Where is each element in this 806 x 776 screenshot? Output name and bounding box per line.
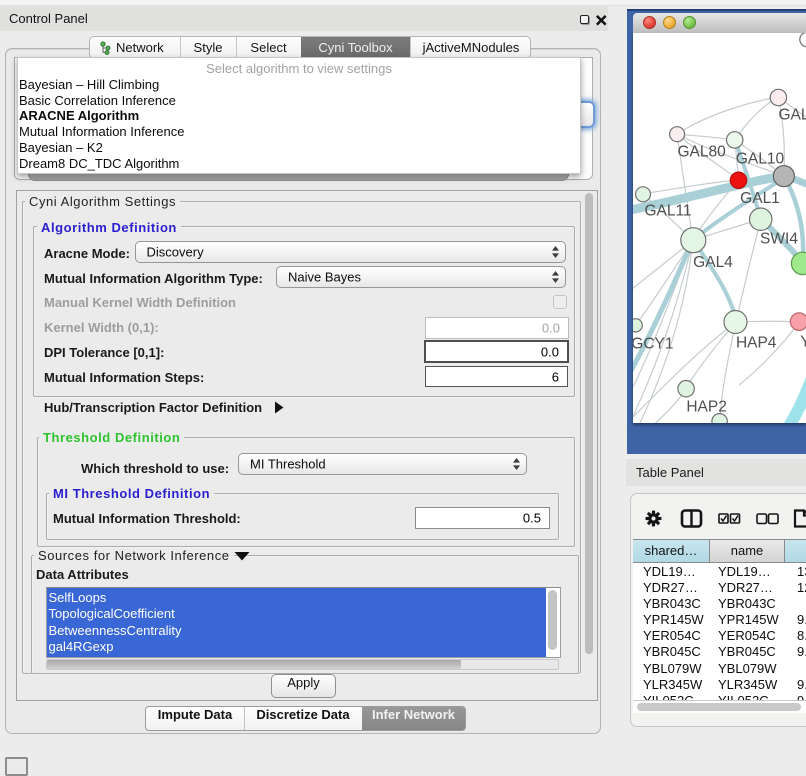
- svg-text:GAL1: GAL1: [740, 190, 780, 207]
- svg-text:SWI4: SWI4: [760, 230, 798, 247]
- svg-text:GAL80: GAL80: [677, 143, 726, 160]
- svg-text:Y: Y: [800, 333, 806, 350]
- svg-text:GCY1: GCY1: [633, 336, 674, 353]
- svg-text:GAL4: GAL4: [693, 254, 733, 271]
- svg-text:HAP2: HAP2: [686, 398, 727, 415]
- svg-text:HAP4: HAP4: [736, 334, 777, 351]
- svg-text:GAL10: GAL10: [736, 151, 785, 168]
- svg-text:GAL: GAL: [779, 107, 806, 124]
- svg-text:GAL11: GAL11: [644, 203, 691, 220]
